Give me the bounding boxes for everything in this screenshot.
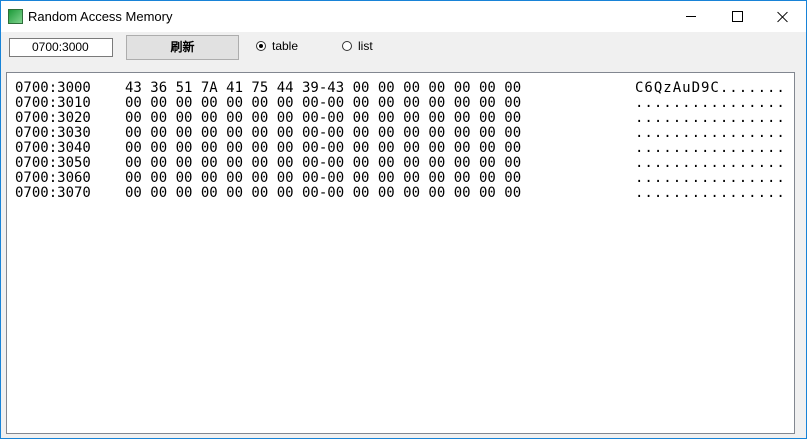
memory-row: 0700:3060 00 00 00 00 00 00 00 00-00 00 … bbox=[15, 171, 785, 186]
memory-view[interactable]: 0700:3000 43 36 51 7A 41 75 44 39-43 00 … bbox=[6, 72, 795, 434]
radio-table[interactable]: table bbox=[256, 39, 298, 53]
row-hex: 00 00 00 00 00 00 00 00-00 00 00 00 00 0… bbox=[125, 95, 522, 111]
memory-row: 0700:3010 00 00 00 00 00 00 00 00-00 00 … bbox=[15, 96, 785, 111]
row-hex: 00 00 00 00 00 00 00 00-00 00 00 00 00 0… bbox=[125, 110, 522, 126]
row-ascii: ................ bbox=[635, 185, 786, 201]
memory-row: 0700:3050 00 00 00 00 00 00 00 00-00 00 … bbox=[15, 156, 785, 171]
close-button[interactable] bbox=[760, 1, 806, 32]
row-ascii: ................ bbox=[635, 170, 786, 186]
address-input[interactable]: 0700:3000 bbox=[9, 38, 113, 57]
row-ascii: ................ bbox=[635, 125, 786, 141]
app-icon bbox=[8, 9, 23, 24]
row-address: 0700:3030 bbox=[15, 125, 91, 141]
memory-row: 0700:3040 00 00 00 00 00 00 00 00-00 00 … bbox=[15, 141, 785, 156]
row-ascii: ................ bbox=[635, 110, 786, 126]
row-ascii: ................ bbox=[635, 155, 786, 171]
row-hex: 00 00 00 00 00 00 00 00-00 00 00 00 00 0… bbox=[125, 125, 522, 141]
row-hex: 00 00 00 00 00 00 00 00-00 00 00 00 00 0… bbox=[125, 185, 522, 201]
row-address: 0700:3010 bbox=[15, 95, 91, 111]
memory-row: 0700:3020 00 00 00 00 00 00 00 00-00 00 … bbox=[15, 111, 785, 126]
maximize-button[interactable] bbox=[714, 1, 760, 32]
row-ascii: C6QzAuD9C....... bbox=[635, 80, 786, 96]
row-hex: 00 00 00 00 00 00 00 00-00 00 00 00 00 0… bbox=[125, 140, 522, 156]
row-ascii: ................ bbox=[635, 95, 786, 111]
close-icon bbox=[777, 11, 789, 23]
radio-checked-icon[interactable] bbox=[256, 41, 266, 51]
row-address: 0700:3070 bbox=[15, 185, 91, 201]
app-window: Random Access Memory 0700:3000 刷新 table … bbox=[0, 0, 807, 439]
refresh-button[interactable]: 刷新 bbox=[126, 35, 239, 60]
row-ascii: ................ bbox=[635, 140, 786, 156]
radio-table-label: table bbox=[272, 39, 299, 53]
memory-row: 0700:3070 00 00 00 00 00 00 00 00-00 00 … bbox=[15, 186, 785, 201]
radio-unchecked-icon[interactable] bbox=[342, 41, 352, 51]
title-bar[interactable]: Random Access Memory bbox=[1, 1, 806, 32]
radio-list[interactable]: list bbox=[342, 39, 373, 53]
row-hex: 00 00 00 00 00 00 00 00-00 00 00 00 00 0… bbox=[125, 170, 522, 186]
memory-row: 0700:3000 43 36 51 7A 41 75 44 39-43 00 … bbox=[15, 81, 785, 96]
minimize-button[interactable] bbox=[668, 1, 714, 32]
row-hex: 43 36 51 7A 41 75 44 39-43 00 00 00 00 0… bbox=[125, 80, 522, 96]
memory-row: 0700:3030 00 00 00 00 00 00 00 00-00 00 … bbox=[15, 126, 785, 141]
minimize-icon bbox=[686, 16, 696, 17]
window-title: Random Access Memory bbox=[28, 9, 173, 24]
maximize-icon bbox=[731, 11, 743, 22]
row-address: 0700:3020 bbox=[15, 110, 91, 126]
row-hex: 00 00 00 00 00 00 00 00-00 00 00 00 00 0… bbox=[125, 155, 522, 171]
right-edge bbox=[796, 71, 806, 437]
row-address: 0700:3040 bbox=[15, 140, 91, 156]
radio-list-label: list bbox=[358, 39, 373, 53]
row-address: 0700:3050 bbox=[15, 155, 91, 171]
row-address: 0700:3060 bbox=[15, 170, 91, 186]
row-address: 0700:3000 bbox=[15, 80, 91, 96]
